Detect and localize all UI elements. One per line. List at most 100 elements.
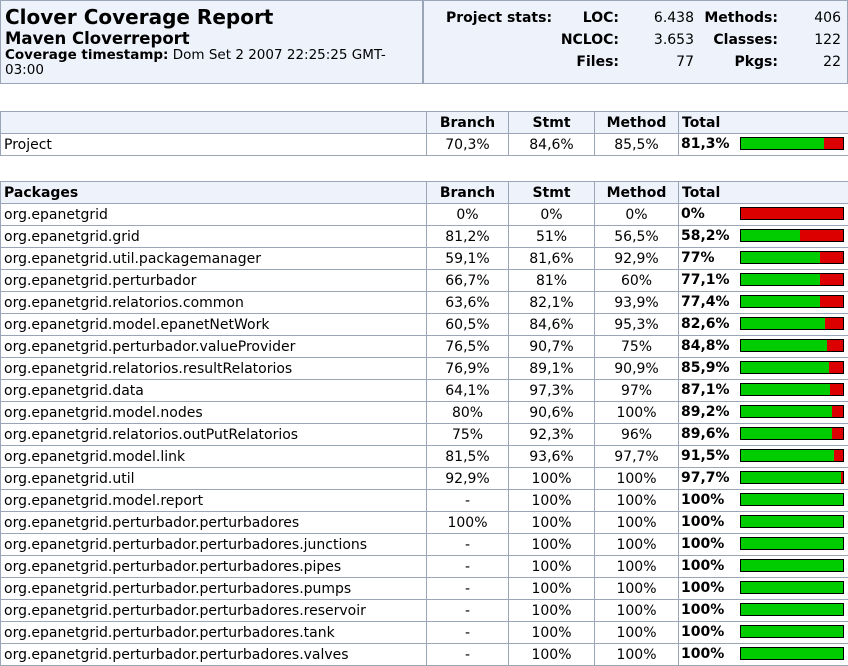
package-total: 77,4% <box>679 292 848 314</box>
package-total: 77,1% <box>679 270 848 292</box>
package-name-link[interactable]: org.epanetgrid.perturbador.perturbadores… <box>1 600 427 622</box>
pkgs-value: 22 <box>823 53 841 71</box>
package-total: 91,5% <box>679 446 848 468</box>
package-total-percent: 58,2% <box>681 228 730 244</box>
package-name-link[interactable]: org.epanetgrid.perturbador.perturbadores… <box>1 622 427 644</box>
package-name-link[interactable]: org.epanetgrid.perturbador.perturbadores <box>1 512 427 534</box>
package-branch: 0% <box>427 204 509 226</box>
package-name-link[interactable]: org.epanetgrid.perturbador.valueProvider <box>1 336 427 358</box>
stmt-column-header: Stmt <box>509 112 595 134</box>
package-method: 75% <box>595 336 679 358</box>
package-row: org.epanetgrid.model.nodes80%90,6%100%89… <box>1 402 848 424</box>
package-coverage-fill <box>741 428 832 439</box>
package-branch: 66,7% <box>427 270 509 292</box>
package-stmt: 51% <box>509 226 595 248</box>
package-row: org.epanetgrid.relatorios.common63,6%82,… <box>1 292 848 314</box>
package-name-link[interactable]: org.epanetgrid.data <box>1 380 427 402</box>
package-branch: - <box>427 644 509 666</box>
package-method: 100% <box>595 490 679 512</box>
package-name-link[interactable]: org.epanetgrid.perturbador.perturbadores… <box>1 556 427 578</box>
loc-label: LOC: <box>583 9 619 27</box>
package-total: 100% <box>679 578 848 600</box>
stmt-column-header: Stmt <box>509 182 595 204</box>
package-coverage-bar <box>740 471 844 484</box>
report-subtitle: Maven Cloverreport <box>5 29 418 48</box>
package-row: org.epanetgrid.perturbador.perturbadores… <box>1 578 848 600</box>
package-branch: 64,1% <box>427 380 509 402</box>
package-coverage-bar <box>740 581 844 594</box>
package-name-link[interactable]: org.epanetgrid.relatorios.common <box>1 292 427 314</box>
package-method: 0% <box>595 204 679 226</box>
branch-column-header: Branch <box>427 112 509 134</box>
package-name-link[interactable]: org.epanetgrid.perturbador.perturbadores… <box>1 644 427 666</box>
package-total-percent: 100% <box>681 602 724 618</box>
package-total-percent: 100% <box>681 514 724 530</box>
package-stmt: 100% <box>509 622 595 644</box>
package-method: 92,9% <box>595 248 679 270</box>
package-coverage-bar <box>740 427 844 440</box>
package-coverage-bar <box>740 515 844 528</box>
project-table: Branch Stmt Method Total Project 70,3% 8… <box>0 111 848 156</box>
package-total: 100% <box>679 556 848 578</box>
ncloc-label: NCLOC: <box>561 31 619 49</box>
package-total-percent: 100% <box>681 624 724 640</box>
package-stmt: 0% <box>509 204 595 226</box>
package-total: 89,2% <box>679 402 848 424</box>
package-total-percent: 84,8% <box>681 338 730 354</box>
package-row: org.epanetgrid0%0%0%0% <box>1 204 848 226</box>
report-header: Clover Coverage Report Maven Cloverrepor… <box>0 0 423 84</box>
package-stmt: 93,6% <box>509 446 595 468</box>
package-total-percent: 77,1% <box>681 272 730 288</box>
package-name-link[interactable]: org.epanetgrid.util.packagemanager <box>1 248 427 270</box>
package-row: org.epanetgrid.perturbador.perturbadores… <box>1 556 848 578</box>
package-coverage-fill <box>741 516 843 527</box>
package-name-link[interactable]: org.epanetgrid.model.nodes <box>1 402 427 424</box>
package-name-link[interactable]: org.epanetgrid.grid <box>1 226 427 248</box>
package-row: org.epanetgrid.data64,1%97,3%97%87,1% <box>1 380 848 402</box>
package-stmt: 100% <box>509 600 595 622</box>
package-total-percent: 97,7% <box>681 470 730 486</box>
packages-table-header: Packages Branch Stmt Method Total <box>1 182 848 204</box>
package-name-link[interactable]: org.epanetgrid.relatorios.resultRelatori… <box>1 358 427 380</box>
package-coverage-fill <box>741 604 843 615</box>
package-total: 82,6% <box>679 314 848 336</box>
package-name-link[interactable]: org.epanetgrid <box>1 204 427 226</box>
project-row: Project 70,3% 84,6% 85,5% 81,3% <box>1 134 848 156</box>
report-title: Clover Coverage Report <box>5 5 418 29</box>
package-method: 97,7% <box>595 446 679 468</box>
package-total: 100% <box>679 490 848 512</box>
package-coverage-bar <box>740 251 844 264</box>
package-stmt: 100% <box>509 490 595 512</box>
package-coverage-fill <box>741 318 825 329</box>
package-coverage-fill <box>741 626 843 637</box>
package-name-link[interactable]: org.epanetgrid.perturbador.perturbadores… <box>1 534 427 556</box>
package-coverage-fill <box>741 362 829 373</box>
package-coverage-bar <box>740 273 844 286</box>
package-name-link[interactable]: org.epanetgrid.relatorios.outPutRelatori… <box>1 424 427 446</box>
package-coverage-bar <box>740 537 844 550</box>
package-total: 87,1% <box>679 380 848 402</box>
package-name-link[interactable]: org.epanetgrid.model.report <box>1 490 427 512</box>
package-branch: - <box>427 600 509 622</box>
package-name-link[interactable]: org.epanetgrid.perturbador.perturbadores… <box>1 578 427 600</box>
package-coverage-fill <box>741 648 843 659</box>
package-method: 100% <box>595 402 679 424</box>
package-method: 100% <box>595 600 679 622</box>
package-method: 96% <box>595 424 679 446</box>
package-row: org.epanetgrid.perturbador66,7%81%60%77,… <box>1 270 848 292</box>
timestamp-label: Coverage timestamp: <box>5 47 168 63</box>
package-total-percent: 77,4% <box>681 294 730 310</box>
package-name-link[interactable]: org.epanetgrid.util <box>1 468 427 490</box>
files-value: 77 <box>676 53 694 71</box>
package-name-link[interactable]: org.epanetgrid.model.link <box>1 446 427 468</box>
package-total-percent: 0% <box>681 206 705 222</box>
method-column-header: Method <box>595 112 679 134</box>
package-row: org.epanetgrid.model.epanetNetWork60,5%8… <box>1 314 848 336</box>
package-name-link[interactable]: org.epanetgrid.perturbador <box>1 270 427 292</box>
package-stmt: 81% <box>509 270 595 292</box>
package-name-link[interactable]: org.epanetgrid.model.epanetNetWork <box>1 314 427 336</box>
package-stmt: 82,1% <box>509 292 595 314</box>
total-column-header: Total <box>679 112 848 134</box>
package-coverage-fill <box>741 230 800 241</box>
package-method: 100% <box>595 578 679 600</box>
